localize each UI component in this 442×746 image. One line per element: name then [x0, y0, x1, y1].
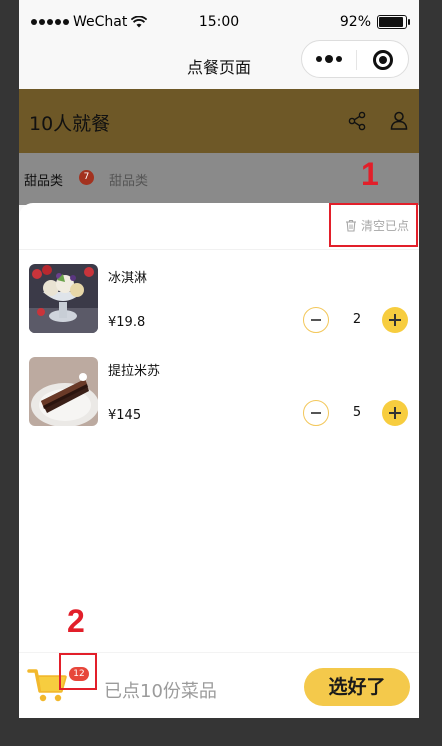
annotation-box-1 [329, 203, 418, 247]
more-icon[interactable] [316, 55, 342, 63]
annotation-number-2: 2 [67, 603, 85, 639]
nav-bar: 点餐页面 [19, 40, 419, 88]
tiramisu-image [29, 357, 98, 426]
cart-item: 冰淇淋 ¥19.8 2 [29, 264, 409, 336]
cart-sheet: 清空已点 冰淇淋 ¥19.8 2 提拉米苏 ¥145 5 [19, 203, 419, 718]
ice-cream-image [29, 264, 98, 333]
phone-screen: WeChat 15:00 92% 点餐页面 10人就餐 甜品类 7 甜品类 清空… [19, 0, 419, 718]
share-icon[interactable] [347, 111, 367, 131]
user-icon[interactable] [389, 110, 409, 130]
annotation-number-1: 1 [361, 156, 379, 192]
table-header: 10人就餐 [19, 89, 419, 153]
item-price: ¥145 [108, 408, 142, 423]
category-tab-1[interactable]: 甜品类 [24, 170, 63, 189]
sheet-divider [19, 249, 419, 250]
table-title: 10人就餐 [29, 113, 111, 135]
increase-button[interactable] [382, 307, 408, 333]
decrease-button[interactable] [303, 400, 329, 426]
item-name: 冰淇淋 [108, 271, 148, 286]
item-quantity: 2 [352, 312, 362, 327]
item-quantity: 5 [352, 405, 362, 420]
confirm-button[interactable]: 选好了 [304, 668, 410, 706]
category-badge: 7 [79, 170, 94, 185]
decrease-button[interactable] [303, 307, 329, 333]
order-summary: 已点10份菜品 [104, 681, 217, 702]
category-tab-2[interactable]: 甜品类 [109, 170, 148, 189]
capsule-divider [356, 50, 357, 70]
increase-button[interactable] [382, 400, 408, 426]
item-name: 提拉米苏 [108, 364, 161, 379]
item-price: ¥19.8 [108, 315, 146, 330]
status-right: 92% [339, 14, 410, 30]
category-bar: 甜品类 7 甜品类 [19, 153, 419, 205]
battery-label: 92% [339, 14, 371, 30]
cart-item: 提拉米苏 ¥145 5 [29, 357, 409, 429]
close-mini-program-icon[interactable] [373, 50, 393, 70]
menu-capsule [301, 40, 409, 78]
status-bar: WeChat 15:00 92% [19, 0, 419, 44]
annotation-box-2 [59, 653, 97, 690]
battery-icon [377, 15, 410, 29]
